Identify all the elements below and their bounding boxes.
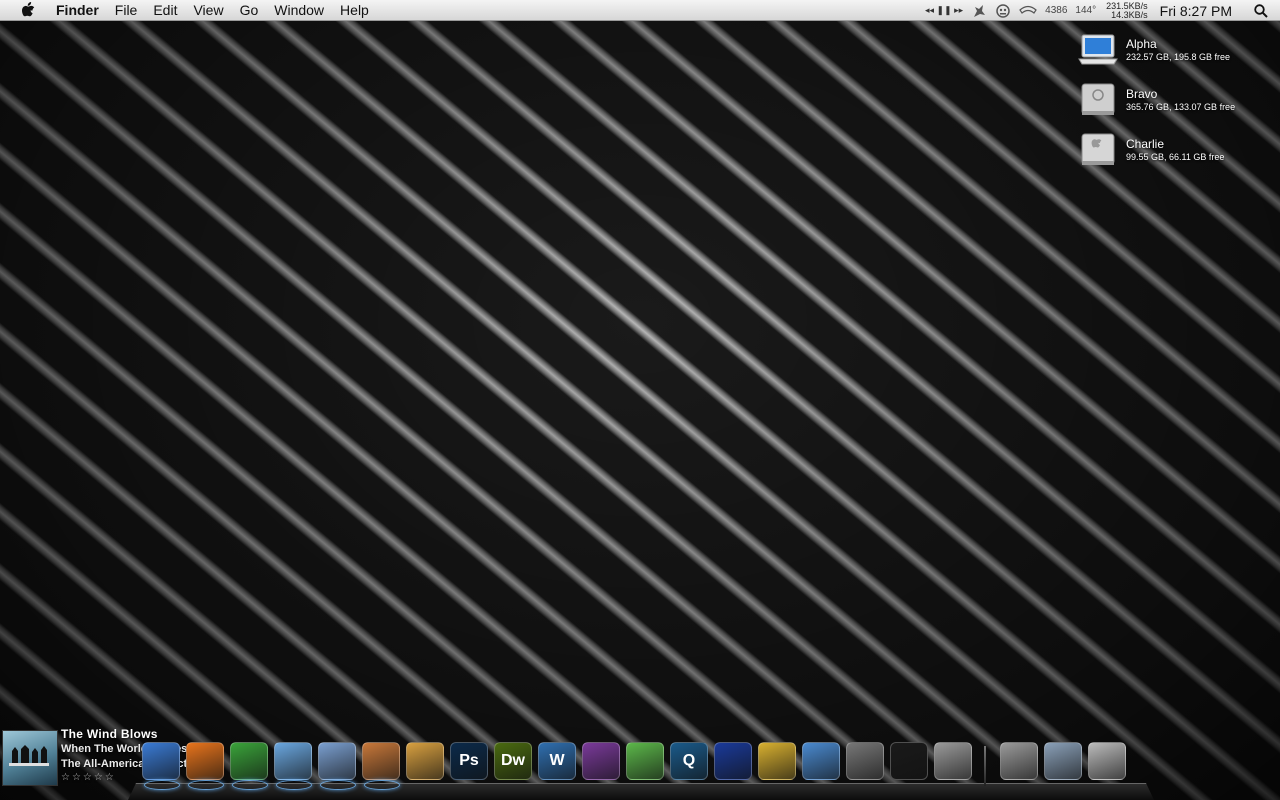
external-drive-icon — [1081, 83, 1115, 115]
dock-item-aperture[interactable] — [404, 742, 446, 790]
drive-name: Alpha — [1126, 37, 1157, 51]
status-counter: 4386 — [1045, 5, 1068, 16]
laptop-drive-icon — [1078, 34, 1118, 65]
dreamweaver-icon-label: Dw — [501, 752, 525, 769]
dock-item-photoshop[interactable]: Ps — [448, 742, 490, 790]
track-rating[interactable]: ☆☆☆☆☆ — [61, 772, 116, 783]
dock-item-system-preferences[interactable] — [932, 742, 974, 790]
dock-item-trash[interactable] — [1086, 742, 1128, 790]
firefox-icon — [186, 742, 224, 780]
word-icon-label: W — [549, 752, 565, 769]
dock-item-finder[interactable] — [140, 742, 182, 790]
dock-item-activity-monitor[interactable] — [888, 742, 930, 790]
drive-bravo[interactable]: Bravo 365.76 GB, 133.07 GB free — [1078, 81, 1274, 125]
system-preferences-icon — [934, 742, 972, 780]
dock-item-dreamweaver[interactable]: Dw — [492, 742, 534, 790]
running-indicator — [320, 780, 356, 790]
evernote-icon — [626, 742, 664, 780]
adium-icon — [230, 742, 268, 780]
photoshop-icon: Ps — [450, 742, 488, 780]
menu-bar: Finder File Edit View Go Window Help ◂◂ … — [0, 0, 1280, 21]
finder-icon — [142, 742, 180, 780]
drive-alpha[interactable]: Alpha 232.57 GB, 195.8 GB free — [1078, 31, 1274, 75]
menu-app-name[interactable]: Finder — [48, 0, 107, 21]
dock-separator — [984, 746, 986, 786]
ical-icon — [582, 742, 620, 780]
media-controls[interactable]: ◂◂ ❚❚ ▸▸ — [921, 0, 967, 21]
drive-info: 99.55 GB, 66.11 GB free — [1126, 152, 1225, 162]
apple-drive-icon — [1081, 133, 1115, 165]
aperture-icon — [406, 742, 444, 780]
quicksilver-icon-label: Q — [682, 752, 696, 769]
dock-item-dvd-player[interactable] — [844, 742, 886, 790]
menu-clock[interactable]: Fri 8:27 PM — [1154, 3, 1242, 19]
network-stats: 231.5KB/s 14.3KB/s — [1100, 1, 1154, 20]
drive-info: 365.76 GB, 133.07 GB free — [1126, 102, 1236, 112]
trash-icon — [1088, 742, 1126, 780]
iphoto-icon — [362, 742, 400, 780]
dock-item-iphoto[interactable] — [360, 742, 402, 790]
itunes-icon — [274, 742, 312, 780]
menu-file[interactable]: File — [107, 0, 146, 21]
drive-info: 232.57 GB, 195.8 GB free — [1126, 52, 1231, 62]
dreamweaver-icon: Dw — [494, 742, 532, 780]
word-icon: W — [538, 742, 576, 780]
drive-name: Charlie — [1126, 137, 1165, 151]
running-indicator — [364, 780, 400, 790]
dvd-player-icon — [846, 742, 884, 780]
track-title: The Wind Blows — [61, 727, 158, 741]
safari-icon — [802, 742, 840, 780]
dock-item-word[interactable]: W — [536, 742, 578, 790]
net-download-rate: 14.3KB/s — [1111, 9, 1148, 20]
transmit-icon — [758, 742, 796, 780]
dock-item-firefox[interactable] — [184, 742, 226, 790]
menu-go[interactable]: Go — [232, 0, 267, 21]
temperature-readout: 144° — [1075, 5, 1097, 16]
apple-menu[interactable] — [18, 0, 38, 21]
desktop: Finder File Edit View Go Window Help ◂◂ … — [0, 0, 1280, 800]
dock: Ps Dw W Q — [140, 740, 1130, 790]
downloads-icon — [1000, 742, 1038, 780]
album-art — [2, 730, 58, 786]
mail-icon — [318, 742, 356, 780]
running-indicator — [144, 780, 180, 790]
drive-charlie[interactable]: Charlie 99.55 GB, 66.11 GB free — [1078, 131, 1274, 175]
airport-icon[interactable] — [1015, 0, 1041, 21]
running-indicator — [276, 780, 312, 790]
menu-help[interactable]: Help — [332, 0, 377, 21]
dock-item-ical[interactable] — [580, 742, 622, 790]
applications-icon — [1044, 742, 1082, 780]
spotlight-search-icon[interactable] — [1242, 0, 1280, 21]
growl-icon[interactable] — [967, 0, 991, 21]
dock-item-transmit[interactable] — [756, 742, 798, 790]
running-indicator — [232, 780, 268, 790]
quicksilver-icon: Q — [670, 742, 708, 780]
dock-item-itunes[interactable] — [272, 742, 314, 790]
dock-item-applications[interactable] — [1042, 742, 1084, 790]
album-art-figures-icon — [9, 745, 49, 766]
cyberduck-icon — [714, 742, 752, 780]
dock-item-quicksilver[interactable]: Q — [668, 742, 710, 790]
photoshop-icon-label: Ps — [459, 752, 479, 769]
apple-logo-icon — [22, 2, 35, 17]
robot-icon[interactable] — [991, 0, 1015, 21]
dock-item-evernote[interactable] — [624, 742, 666, 790]
menu-view[interactable]: View — [185, 0, 231, 21]
dock-item-cyberduck[interactable] — [712, 742, 754, 790]
menu-window[interactable]: Window — [266, 0, 332, 21]
drive-name: Bravo — [1126, 87, 1158, 101]
dock-item-downloads[interactable] — [998, 742, 1040, 790]
dock-item-mail[interactable] — [316, 742, 358, 790]
menu-extras: ◂◂ ❚❚ ▸▸ 4386 144° 231.5KB/s 14.3KB/s Fr… — [921, 0, 1280, 21]
dock-item-safari[interactable] — [800, 742, 842, 790]
activity-monitor-icon — [890, 742, 928, 780]
menu-edit[interactable]: Edit — [145, 0, 185, 21]
dock-item-adium[interactable] — [228, 742, 270, 790]
running-indicator — [188, 780, 224, 790]
